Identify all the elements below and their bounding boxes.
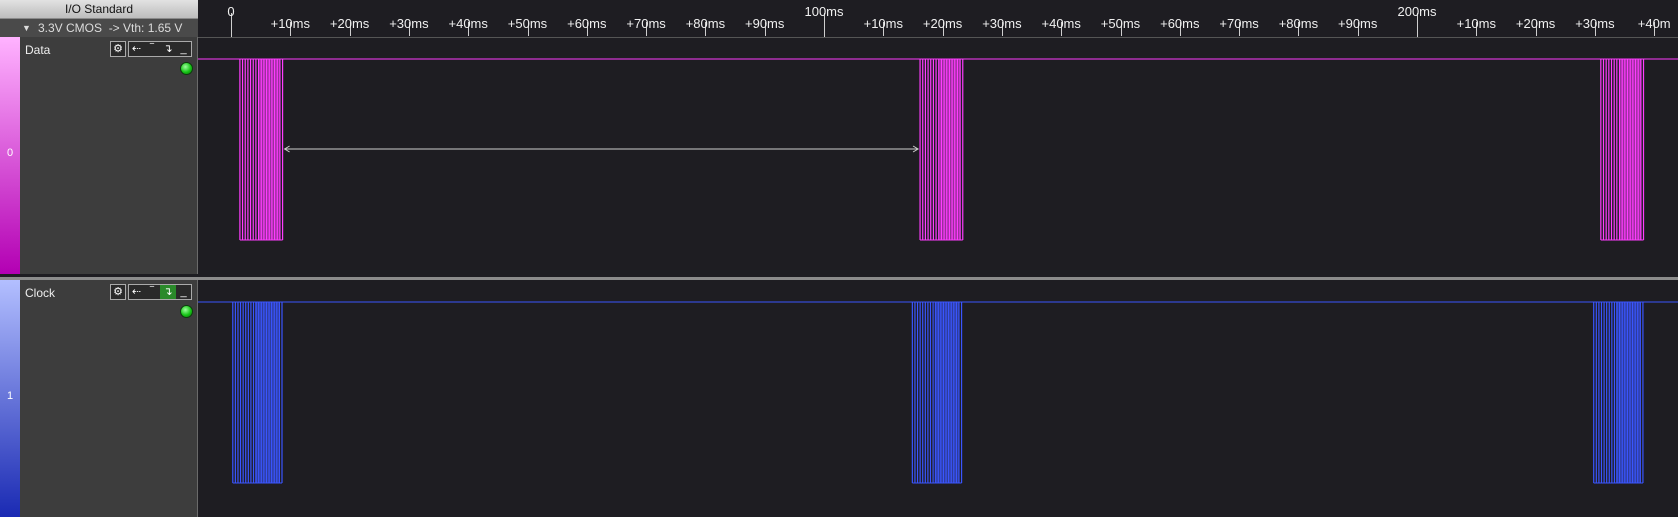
falling-edge-icon[interactable]: ↴ (160, 41, 176, 57)
tick-label: 0 (227, 4, 235, 19)
rising-edge-icon[interactable]: ⇠ (128, 41, 144, 57)
tick-label: +70ms (1219, 16, 1259, 31)
signal-burst[interactable] (232, 302, 283, 484)
signal-dense-block (1615, 302, 1641, 483)
io-standard-panel: I/O Standard ▼ 3.3V CMOS -> Vth: 1.65 V (0, 0, 198, 37)
signal-dense-block (939, 59, 961, 240)
tick-label: +40ms (448, 16, 488, 31)
tick-label: +30ms (1575, 16, 1615, 31)
signal-dense-block (934, 302, 960, 483)
channel-row-data: 0 Data ⚙ ⇠ ‾ ↴ _ (0, 37, 1678, 274)
tick-label: +10ms (1456, 16, 1496, 31)
channel-number: 0 (7, 147, 14, 159)
waveform-area-clock[interactable] (198, 280, 1678, 517)
channel-name[interactable]: Clock (25, 286, 55, 300)
tick-label: +80ms (685, 16, 726, 31)
channel-color-gutter[interactable]: 0 (0, 37, 20, 274)
tick-label: +10ms (270, 16, 310, 31)
tick-label: +50ms (507, 16, 548, 31)
rising-edge-icon[interactable]: ⇠ (128, 284, 144, 300)
channel-settings-panel: Data ⚙ ⇠ ‾ ↴ _ (20, 37, 198, 274)
channel-number: 1 (7, 390, 14, 402)
waveform-svg (198, 58, 1678, 241)
signal-burst[interactable] (919, 59, 964, 241)
status-led-icon (180, 305, 193, 318)
tick-label: +30ms (389, 16, 429, 31)
signal-burst[interactable] (1600, 59, 1645, 241)
waveform-svg (198, 301, 1678, 484)
tick-label: +50ms (1100, 16, 1141, 31)
signal-dense-block (259, 59, 281, 240)
signal-burst[interactable] (239, 59, 284, 241)
signal-dense-block (254, 302, 280, 483)
channel-color-gutter[interactable]: 1 (0, 280, 20, 517)
gear-icon[interactable]: ⚙ (110, 284, 126, 300)
signal-dense-block (1620, 59, 1642, 240)
io-standard-value: 3.3V CMOS -> Vth: 1.65 V (38, 21, 183, 35)
low-level-icon[interactable]: _ (176, 284, 192, 300)
io-standard-dropdown[interactable]: ▼ 3.3V CMOS -> Vth: 1.65 V (0, 19, 198, 37)
time-ruler[interactable]: 0 +10ms +20ms +30ms +40ms +50ms +60ms +70ms +80m… (198, 0, 1678, 38)
tick-label: +30ms (982, 16, 1022, 31)
signal-burst[interactable] (1593, 302, 1644, 484)
tick-label: +20ms (922, 16, 963, 31)
channel-row-clock: 1 Clock ⚙ ⇠ ‾ ↴ _ (0, 280, 1678, 517)
falling-edge-icon[interactable]: ↴ (160, 284, 176, 300)
high-level-icon[interactable]: ‾ (144, 41, 160, 57)
tick-label: 200ms (1397, 4, 1437, 19)
tick-label: 100ms (804, 4, 844, 19)
tick-label: +70ms (626, 16, 666, 31)
tick-label: +20ms (1515, 16, 1556, 31)
tick-label: +90ms (1337, 16, 1378, 31)
status-led-icon (180, 62, 193, 75)
tick-label: +10ms (863, 16, 903, 31)
gear-icon[interactable]: ⚙ (110, 41, 126, 57)
channel-settings-panel: Clock ⚙ ⇠ ‾ ↴ _ (20, 280, 198, 517)
tick-label: +40m (1637, 16, 1671, 31)
tick-label: +20ms (329, 16, 370, 31)
signal-burst[interactable] (911, 302, 963, 484)
waveform-area-data[interactable] (198, 37, 1678, 274)
channel-name[interactable]: Data (25, 43, 50, 57)
tick-label: +90ms (744, 16, 785, 31)
tick-label: +80ms (1278, 16, 1319, 31)
io-standard-label: I/O Standard (0, 0, 198, 19)
dropdown-caret-icon[interactable]: ▼ (22, 19, 31, 37)
timing-measurement-arrow[interactable] (283, 145, 920, 153)
tick-label: +60ms (567, 16, 607, 31)
high-level-icon[interactable]: ‾ (144, 284, 160, 300)
low-level-icon[interactable]: _ (176, 41, 192, 57)
tick-label: +60ms (1160, 16, 1200, 31)
tick-label: +40ms (1041, 16, 1081, 31)
